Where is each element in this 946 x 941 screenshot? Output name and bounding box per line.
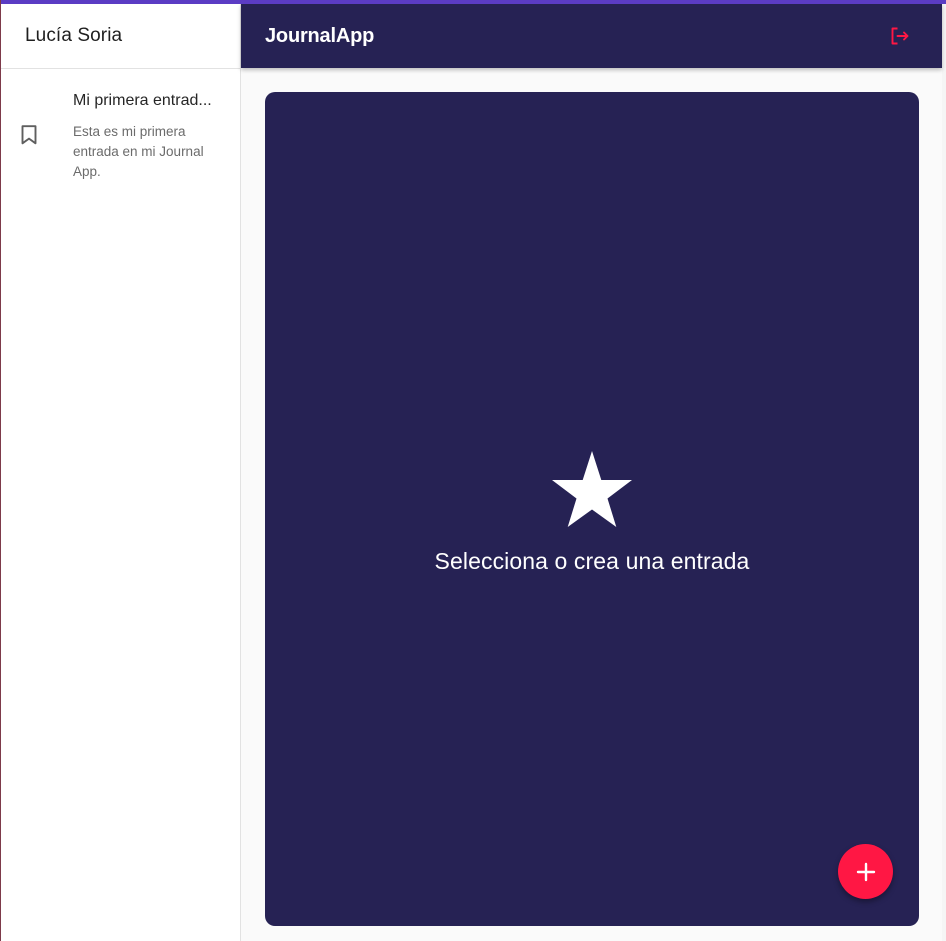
add-icon	[856, 862, 875, 881]
journal-entry-body: Esta es mi primera entrada en mi Journal…	[73, 124, 204, 179]
bookmark-border-icon	[20, 124, 38, 146]
journal-entry-title: Mi primera entrad...	[73, 92, 212, 109]
window-top-accent	[0, 0, 946, 4]
star-icon	[548, 447, 636, 531]
right-gutter	[942, 4, 946, 941]
app-bar: JournalApp	[241, 4, 942, 68]
add-entry-button[interactable]	[838, 844, 893, 899]
user-name: Lucía Soria	[25, 25, 123, 46]
journal-entry-item[interactable]: Mi primera entrad... Esta es mi primera …	[1, 69, 240, 181]
empty-state-message: Selecciona o crea una entrada	[434, 548, 750, 574]
window-left-edge	[0, 0, 1, 941]
nothing-selected-panel: Selecciona o crea una entrada	[265, 92, 919, 926]
app-title: JournalApp	[265, 24, 375, 47]
logout-icon	[891, 27, 909, 45]
sidebar-header: Lucía Soria	[1, 4, 240, 69]
logout-button[interactable]	[886, 22, 914, 50]
sidebar: Lucía Soria Mi primera entrad... Esta es…	[1, 4, 241, 941]
